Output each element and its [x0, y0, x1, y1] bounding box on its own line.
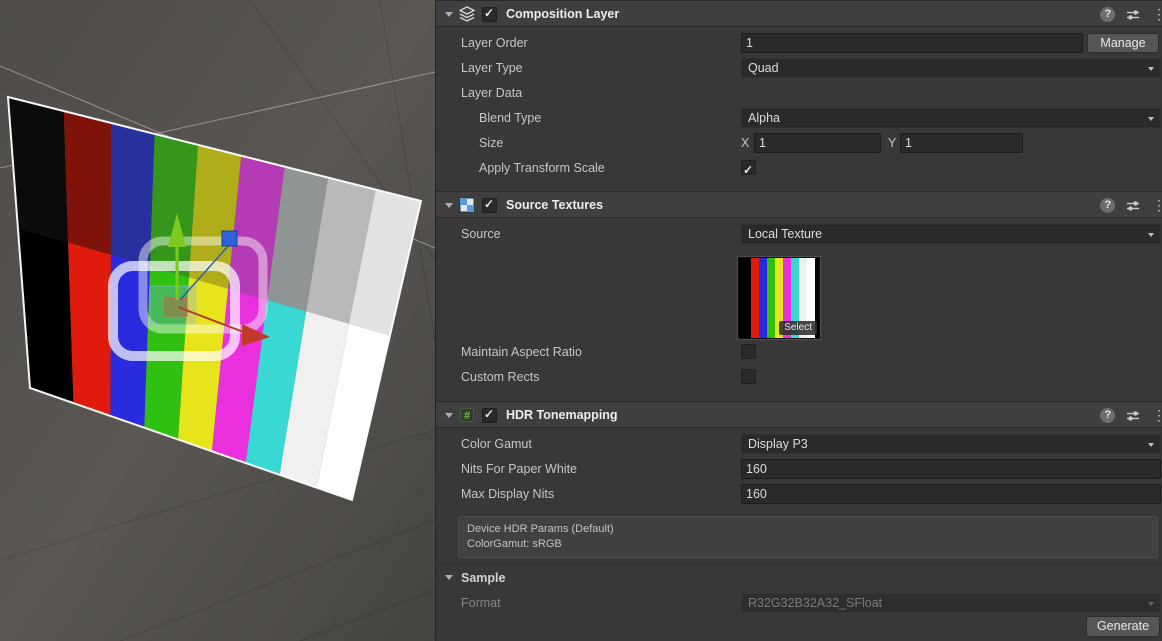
- component-header-hdr-tonemapping[interactable]: # HDR Tonemapping: [436, 401, 1162, 428]
- generate-button[interactable]: Generate: [1086, 616, 1160, 637]
- layer-type-label: Layer Type: [461, 57, 523, 79]
- size-x-label: X: [741, 132, 749, 154]
- component-enabled-checkbox[interactable]: [482, 7, 497, 22]
- script-icon: #: [459, 407, 476, 424]
- color-gamut-label: Color Gamut: [461, 433, 532, 455]
- component-header-composition-layer[interactable]: Composition Layer: [436, 0, 1162, 27]
- kebab-menu-icon[interactable]: [1152, 192, 1162, 219]
- section-divider: [436, 563, 1162, 564]
- foldout-open-icon[interactable]: [445, 12, 453, 17]
- custom-rects-label: Custom Rects: [461, 366, 540, 388]
- blend-type-dropdown[interactable]: Alpha: [741, 108, 1161, 128]
- nits-for-paper-white-input[interactable]: [741, 459, 1161, 479]
- nits-for-paper-white-label: Nits For Paper White: [461, 458, 577, 480]
- component-header-source-textures[interactable]: Source Textures: [436, 191, 1162, 218]
- size-y-label: Y: [888, 132, 896, 154]
- scene-canvas: [0, 0, 435, 641]
- infobox-line1: Device HDR Params (Default): [467, 522, 1149, 537]
- layer-type-dropdown[interactable]: Quad: [741, 58, 1161, 78]
- color-gamut-dropdown[interactable]: Display P3: [741, 434, 1161, 454]
- sample-section-title: Sample: [461, 567, 505, 589]
- foldout-open-icon[interactable]: [445, 203, 453, 208]
- custom-rects-checkbox[interactable]: [741, 369, 756, 384]
- help-icon[interactable]: [1100, 7, 1115, 22]
- hdr-params-infobox: Device HDR Params (Default) ColorGamut: …: [458, 516, 1158, 558]
- texture-preview[interactable]: Select: [738, 257, 820, 339]
- component-title: Composition Layer: [506, 1, 619, 28]
- scene-view[interactable]: [0, 0, 435, 641]
- component-enabled-checkbox[interactable]: [482, 198, 497, 213]
- apply-transform-scale-label: Apply Transform Scale: [479, 157, 605, 179]
- select-texture-button[interactable]: Select: [779, 321, 817, 335]
- layer-data-label: Layer Data: [461, 82, 522, 104]
- svg-text:#: #: [464, 410, 470, 422]
- plane-handle[interactable]: [165, 298, 187, 316]
- preset-icon[interactable]: [1126, 409, 1140, 423]
- infobox-line2: ColorGamut: sRGB: [467, 537, 1149, 552]
- format-label: Format: [461, 592, 501, 614]
- layer-order-input[interactable]: [741, 33, 1083, 53]
- maintain-aspect-ratio-label: Maintain Aspect Ratio: [461, 341, 582, 363]
- texture-icon: [459, 197, 476, 214]
- foldout-open-icon[interactable]: [445, 413, 453, 418]
- source-dropdown[interactable]: Local Texture: [741, 224, 1161, 244]
- kebab-menu-icon[interactable]: [1152, 1, 1162, 28]
- sample-foldout-row[interactable]: Sample: [436, 567, 1162, 589]
- max-display-nits-input[interactable]: [741, 484, 1161, 504]
- apply-transform-scale-checkbox[interactable]: [741, 160, 756, 175]
- kebab-menu-icon[interactable]: [1152, 402, 1162, 429]
- size-x-input[interactable]: [754, 133, 881, 153]
- layer-order-label: Layer Order: [461, 32, 528, 54]
- preset-icon[interactable]: [1126, 8, 1140, 22]
- blend-type-label: Blend Type: [479, 107, 541, 129]
- maintain-aspect-ratio-checkbox[interactable]: [741, 344, 756, 359]
- component-title: HDR Tonemapping: [506, 402, 618, 429]
- foldout-open-icon[interactable]: [445, 575, 453, 580]
- component-enabled-checkbox[interactable]: [482, 408, 497, 423]
- size-y-input[interactable]: [900, 133, 1023, 153]
- format-dropdown: R32G32B32A32_SFloat: [741, 593, 1161, 613]
- manage-button[interactable]: Manage: [1087, 33, 1159, 53]
- z-axis-handle[interactable]: [222, 231, 237, 246]
- component-title: Source Textures: [506, 192, 603, 219]
- layers-icon: [459, 6, 476, 23]
- help-icon[interactable]: [1100, 408, 1115, 423]
- preset-icon[interactable]: [1126, 199, 1140, 213]
- size-label: Size: [479, 132, 503, 154]
- inspector-panel: Composition Layer Layer Order Manage Lay…: [435, 0, 1162, 641]
- max-display-nits-label: Max Display Nits: [461, 483, 554, 505]
- source-label: Source: [461, 223, 501, 245]
- help-icon[interactable]: [1100, 198, 1115, 213]
